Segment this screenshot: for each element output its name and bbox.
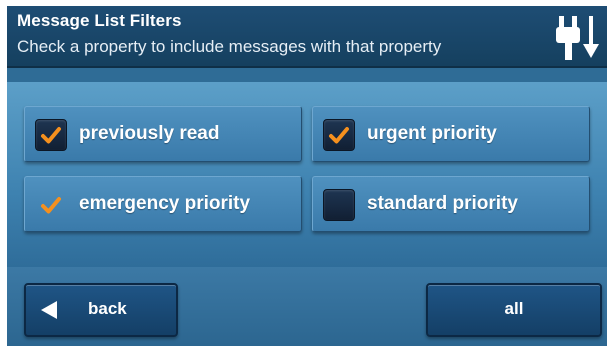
header-bar: Message List Filters Check a property to… <box>7 6 607 68</box>
back-arrow-icon <box>41 301 57 319</box>
filter-label: previously read <box>79 123 220 144</box>
checkmark-icon <box>41 127 61 144</box>
footer-bar: back all <box>7 267 607 346</box>
page-subtitle: Check a property to include messages wit… <box>17 37 442 56</box>
checkbox[interactable] <box>35 189 67 221</box>
filter-label: emergency priority <box>79 193 251 214</box>
filter-standard-priority[interactable]: standard priority <box>312 176 590 232</box>
filters-screen: Message List Filters Check a property to… <box>7 6 607 346</box>
all-button[interactable]: all <box>426 283 602 337</box>
filter-panel: previously read urgent priority emergenc… <box>7 82 607 267</box>
checkmark-icon <box>41 197 61 214</box>
checkbox[interactable] <box>323 119 355 151</box>
all-button-label: all <box>504 299 524 318</box>
filter-label: standard priority <box>367 193 518 214</box>
filter-emergency-priority[interactable]: emergency priority <box>24 176 302 232</box>
filter-label: urgent priority <box>367 123 497 144</box>
checkmark-icon <box>329 127 349 144</box>
checkbox[interactable] <box>323 189 355 221</box>
back-button-label: back <box>88 299 127 318</box>
filter-previously-read[interactable]: previously read <box>24 106 302 162</box>
plug-arrow-icon <box>556 16 599 60</box>
checkbox[interactable] <box>35 119 67 151</box>
back-button[interactable]: back <box>24 283 178 337</box>
page-title: Message List Filters <box>17 11 182 30</box>
filter-urgent-priority[interactable]: urgent priority <box>312 106 590 162</box>
